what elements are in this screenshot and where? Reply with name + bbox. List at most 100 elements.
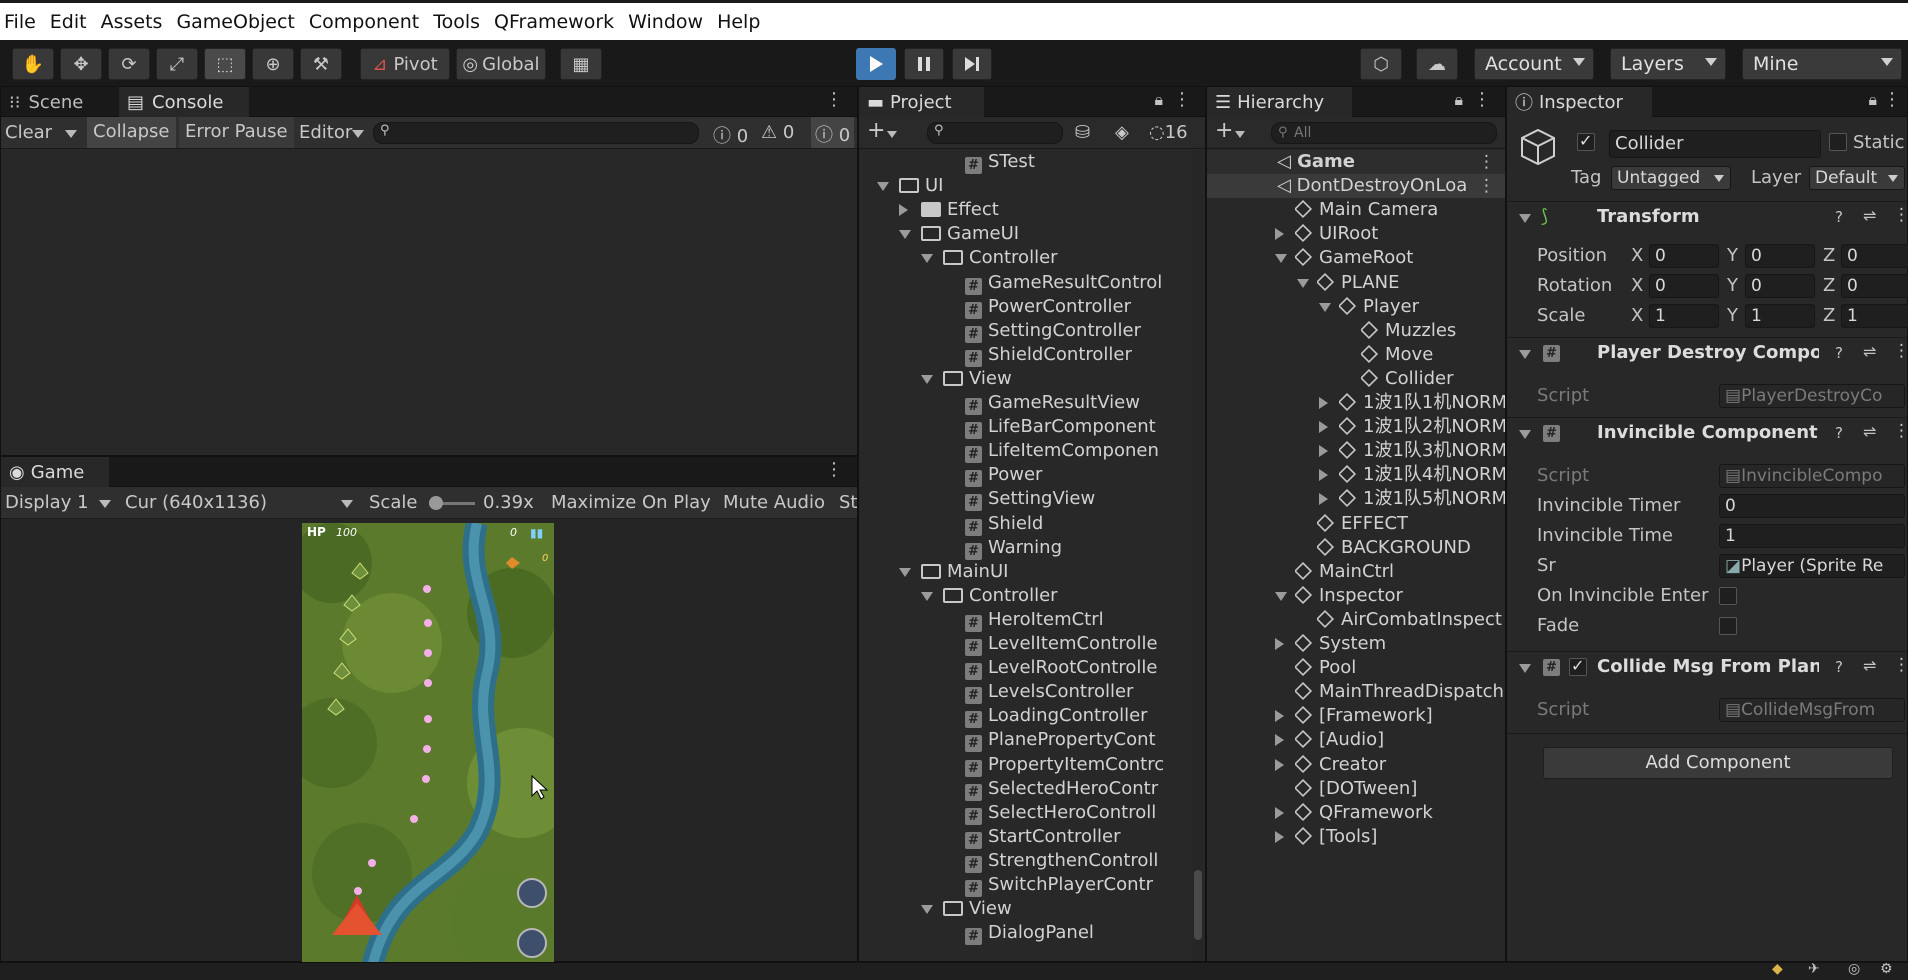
foldout-icon[interactable] (1319, 493, 1328, 506)
cache-icon[interactable]: ◎ (1848, 961, 1860, 977)
hierarchy-item[interactable]: 1波1队2机NORM (1339, 415, 1505, 439)
rotation-z-field[interactable]: 0 (1841, 274, 1908, 298)
error-count[interactable]: ⓘ 0 (811, 117, 855, 148)
custom-tool-icon[interactable]: ⚒ (300, 48, 342, 80)
hand-tool-icon[interactable]: ✋ (12, 48, 54, 80)
mute-audio-toggle[interactable]: Mute Audio (723, 492, 825, 513)
hierarchy-item[interactable]: EFFECT (1317, 512, 1505, 536)
foldout-icon[interactable] (1275, 710, 1284, 723)
hidden-packages-toggle[interactable]: ◌16 (1149, 122, 1188, 143)
project-item[interactable]: # LevelsController (965, 680, 1195, 705)
hierarchy-item[interactable]: MainCtrl (1295, 560, 1505, 584)
collide-msg-header[interactable]: # Collide Msg From Plane ? ⇌ ⋮ (1507, 651, 1908, 683)
invincible-header[interactable]: # Invincible Component (S ? ⇌ ⋮ (1507, 417, 1908, 449)
game-viewport[interactable]: HP 100 0 ▮▮ 0 (302, 523, 554, 967)
foldout-icon[interactable] (899, 230, 911, 240)
debug-icon[interactable]: ⚙ (1880, 961, 1893, 977)
project-search-input[interactable]: ⚲ (927, 122, 1063, 144)
add-asset-button[interactable]: + (867, 118, 885, 143)
hierarchy-item[interactable]: QFramework (1295, 801, 1505, 825)
hierarchy-item[interactable]: Player (1339, 295, 1505, 319)
project-item[interactable]: # StrengthenControll (965, 849, 1195, 873)
tag-dropdown[interactable]: Untagged (1611, 166, 1731, 190)
log-count[interactable]: ⓘ 0 (713, 122, 748, 148)
hierarchy-item[interactable]: 1波1队3机NORM (1339, 439, 1505, 463)
lock-icon[interactable]: 🔒︎ (1454, 90, 1463, 110)
menu-gameobject[interactable]: GameObject (176, 11, 294, 33)
foldout-icon[interactable] (1319, 302, 1331, 312)
hierarchy-item[interactable]: 1波1队4机NORM (1339, 463, 1505, 487)
foldout-icon[interactable] (899, 567, 911, 577)
console-search-input[interactable]: ⚲ (373, 122, 699, 144)
add-component-button[interactable]: Add Component (1543, 747, 1893, 779)
collide-msg-enabled-checkbox[interactable] (1569, 656, 1587, 676)
project-item[interactable]: # SelectHeroControll (965, 801, 1195, 825)
chevron-down-icon[interactable] (65, 130, 77, 138)
invincible-time-field[interactable]: 1 (1719, 524, 1905, 548)
foldout-icon[interactable] (1275, 806, 1284, 819)
transform-header[interactable]: ⟆ Transform ? ⇌ ⋮ (1507, 201, 1908, 233)
project-scrollbar[interactable] (1193, 150, 1203, 961)
lock-icon[interactable]: 🔒︎ (1154, 90, 1163, 110)
project-item[interactable]: # LifeBarComponent (965, 415, 1195, 440)
hierarchy-item[interactable]: Inspector (1295, 584, 1505, 608)
foldout-icon[interactable] (1275, 758, 1284, 771)
scene-row[interactable]: ◁ DontDestroyOnLoa (1277, 174, 1483, 198)
cloud-icon[interactable]: ☁ (1416, 48, 1458, 80)
project-item[interactable]: # LevelRootControlle (965, 656, 1195, 681)
hierarchy-item[interactable]: GameRoot (1295, 246, 1505, 270)
stats-toggle[interactable]: St (839, 492, 857, 513)
hierarchy-item[interactable]: AirCombatInspect (1317, 608, 1505, 632)
project-item[interactable]: # PowerController (965, 295, 1195, 319)
scale-y-field[interactable]: 1 (1745, 304, 1815, 328)
component-menu-icon[interactable]: ⋮ (1893, 341, 1908, 361)
help-icon[interactable]: ? (1835, 424, 1843, 442)
foldout-icon[interactable] (1319, 421, 1328, 434)
hierarchy-item[interactable]: BACKGROUND (1317, 536, 1505, 560)
panel-menu-icon[interactable]: ⋮ (825, 459, 843, 480)
foldout-icon[interactable] (1319, 469, 1328, 482)
project-item[interactable]: # Power (965, 463, 1195, 488)
foldout-icon[interactable] (1297, 278, 1309, 288)
pause-button[interactable] (904, 48, 944, 80)
project-item[interactable]: # DialogPanel (965, 921, 1195, 946)
menu-edit[interactable]: Edit (50, 11, 87, 33)
clear-button[interactable]: Clear (5, 122, 52, 143)
project-item[interactable]: Controller (943, 246, 1195, 270)
object-name-field[interactable]: Collider (1609, 130, 1821, 158)
project-item[interactable]: # SettingController (965, 319, 1195, 343)
tab-hierarchy[interactable]: ☰ Hierarchy (1207, 87, 1352, 117)
menu-assets[interactable]: Assets (101, 11, 163, 33)
foldout-icon[interactable] (921, 591, 933, 601)
network-icon[interactable]: ✈ (1808, 961, 1820, 977)
foldout-icon[interactable] (1319, 445, 1328, 458)
position-x-field[interactable]: 0 (1649, 244, 1719, 268)
invincible-script-field[interactable]: ▤InvincibleCompo (1719, 464, 1905, 488)
component-menu-icon[interactable]: ⋮ (1893, 205, 1908, 225)
warning-count[interactable]: ⚠ 0 (761, 122, 794, 143)
error-pause-toggle[interactable]: Error Pause (179, 117, 294, 148)
hierarchy-item[interactable]: 1波1队1机NORM (1339, 391, 1505, 415)
lock-icon[interactable]: 🔒︎ (1868, 90, 1877, 110)
menu-qframework[interactable]: QFramework (494, 11, 614, 33)
collab-icon[interactable]: ⬡ (1360, 48, 1402, 80)
help-icon[interactable]: ? (1835, 344, 1843, 362)
sr-object-field[interactable]: ◪Player (Sprite Re (1719, 554, 1905, 578)
rotation-x-field[interactable]: 0 (1649, 274, 1719, 298)
global-toggle[interactable]: ◎ Global (456, 48, 546, 80)
project-item[interactable]: View (943, 897, 1195, 921)
move-tool-icon[interactable]: ✥ (60, 48, 102, 80)
hierarchy-item[interactable]: [Framework] (1295, 704, 1505, 728)
preset-icon[interactable]: ⇌ (1863, 422, 1876, 441)
tab-game[interactable]: ◉ Game (1, 457, 109, 487)
tab-scene[interactable]: ⁝⁝ Scene (1, 87, 116, 117)
resolution-dropdown[interactable]: Cur (640x1136) (125, 492, 267, 513)
hierarchy-item[interactable]: [DOTween] (1295, 777, 1505, 801)
layer-dropdown[interactable]: Default (1809, 166, 1905, 190)
filter-type-icon[interactable]: ⛁ (1075, 122, 1090, 143)
scale-slider-thumb[interactable] (429, 496, 443, 510)
foldout-icon[interactable] (921, 254, 933, 264)
static-checkbox[interactable] (1829, 133, 1847, 151)
scene-row[interactable]: ◁ Game (1277, 150, 1483, 174)
create-object-button[interactable]: + (1215, 118, 1233, 143)
